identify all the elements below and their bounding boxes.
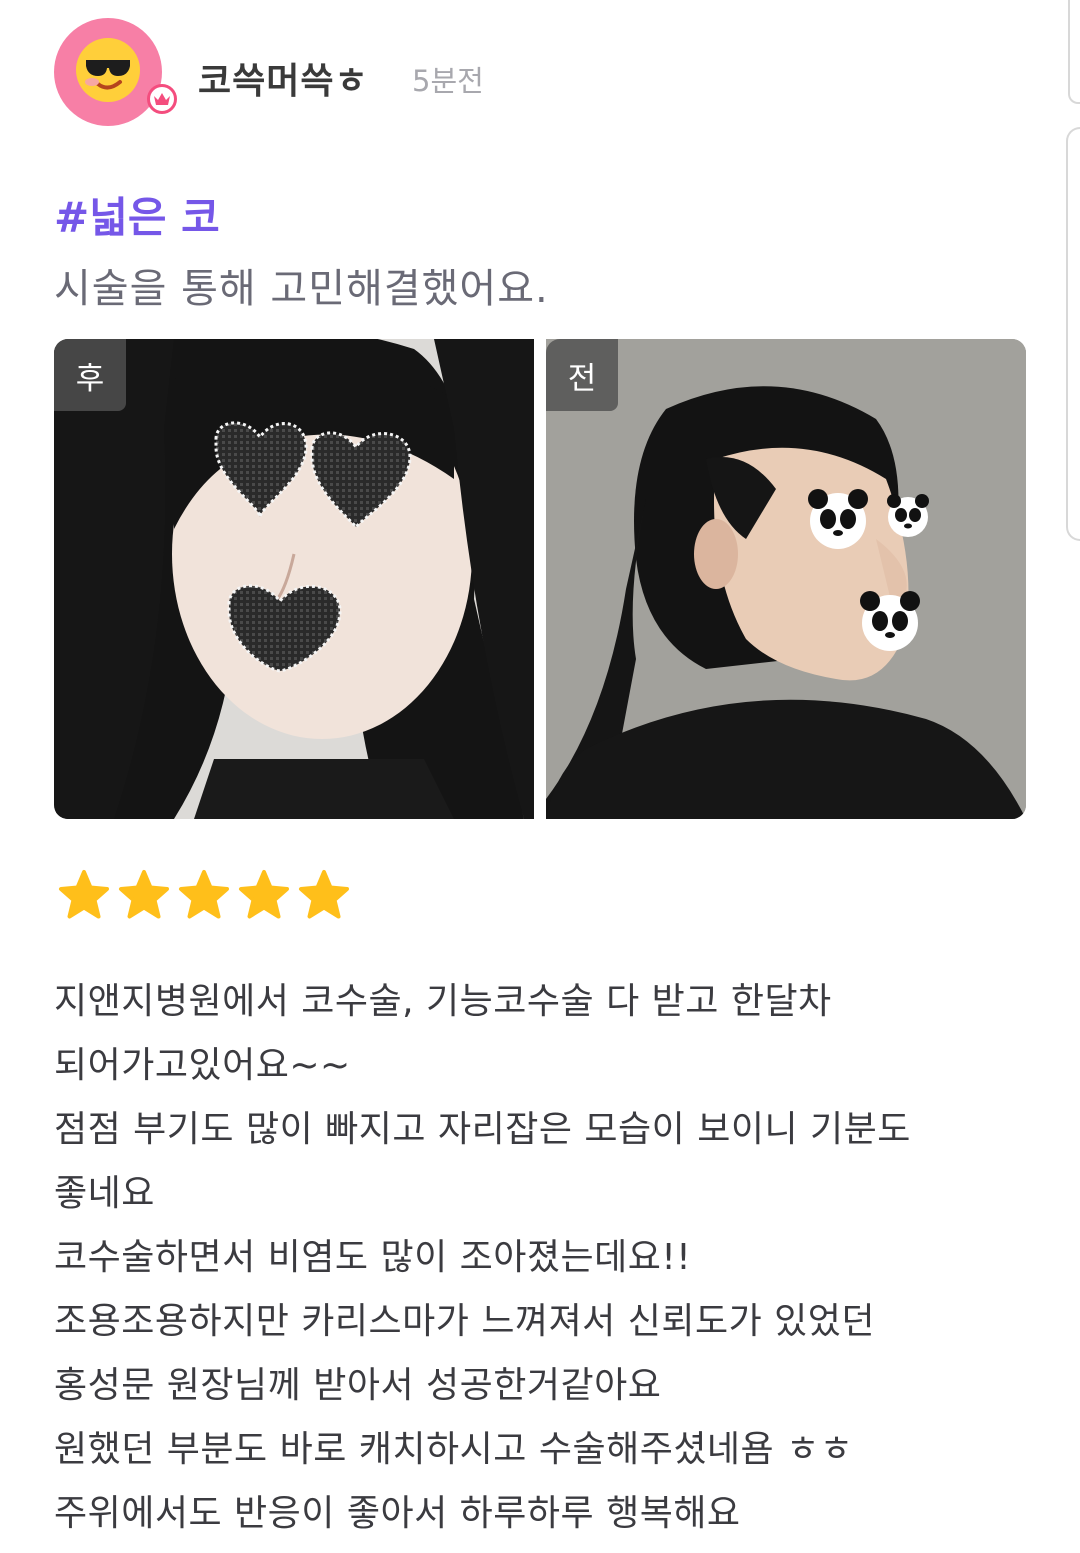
review-line: 조용조용하지만 카리스마가 느껴져서 신뢰도가 있었던 <box>54 1301 876 1342</box>
review-line: 원했던 부분도 바로 캐치하시고 수술해주셨네욤 ㅎㅎ <box>54 1429 854 1470</box>
review-line: 코수술하면서 비염도 많이 조아졌는데요!! <box>54 1237 692 1278</box>
post-subtitle: 시술을 통해 고민해결했어요. <box>54 266 549 312</box>
sunglasses-emoji-icon <box>76 38 140 102</box>
star-icon <box>299 870 349 919</box>
panda-sticker-icon <box>808 489 929 651</box>
before-photo[interactable]: 전 <box>546 339 1026 819</box>
review-line: 주위에서도 반응이 좋아서 하루하루 행복해요 <box>54 1493 741 1534</box>
star-icon <box>59 870 109 919</box>
before-tag: 전 <box>546 339 618 411</box>
hashtag[interactable]: #넓은 코 <box>54 184 220 245</box>
star-icon <box>119 870 169 919</box>
post-time: 5분전 <box>412 64 484 98</box>
scrollbar-track[interactable] <box>1066 127 1080 541</box>
heart-sticker-icon <box>214 421 412 673</box>
username[interactable]: 코쓱머쓱ㅎ <box>198 52 369 104</box>
avatar[interactable] <box>54 18 177 126</box>
review-line: 좋네요 <box>54 1173 155 1214</box>
after-photo[interactable]: 후 <box>54 339 534 819</box>
review-text: 지앤지병원에서 코수술, 기능코수술 다 받고 한달차되어가고있어요~~ 점점 부… <box>54 970 1044 1546</box>
review-line: 지앤지병원에서 코수술, 기능코수술 다 받고 한달차 <box>54 981 832 1022</box>
star-icon <box>239 870 289 919</box>
review-line: 되어가고있어요~~ <box>54 1045 351 1086</box>
after-tag: 후 <box>54 339 126 411</box>
scrollbar-top-edge <box>1068 0 1080 104</box>
crown-badge-icon <box>147 84 177 114</box>
star-icon <box>179 870 229 919</box>
rating-stars <box>54 866 354 926</box>
review-line: 홍성문 원장님께 받아서 성공한거같아요 <box>54 1365 662 1406</box>
review-line: 점점 부기도 많이 빠지고 자리잡은 모습이 보이니 기분도 <box>54 1109 911 1150</box>
